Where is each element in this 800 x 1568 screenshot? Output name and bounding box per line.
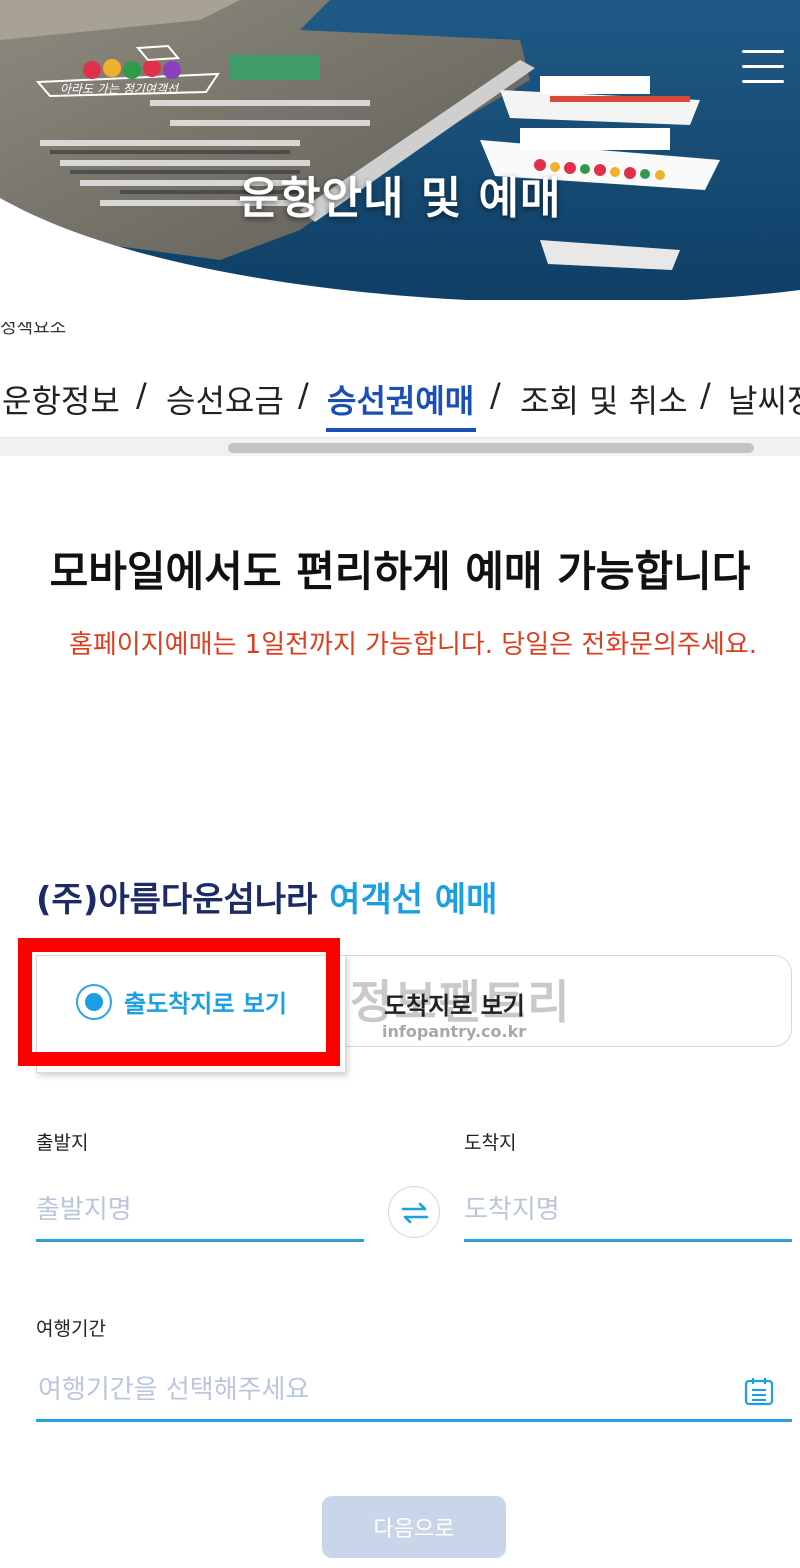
company-heading: (주)아름다운섬나라 여객선 예매 (36, 872, 497, 921)
tab-separator: / (298, 376, 309, 414)
watermark-url: infopantry.co.kr (382, 1022, 527, 1041)
booking-notice: 홈페이지예매는 1일전까지 가능합니다. 당일은 전화문의주세요. (68, 630, 758, 660)
swap-button[interactable] (388, 1186, 440, 1238)
tab-booking[interactable]: 승선권예매 (327, 376, 474, 422)
tab-schedule[interactable]: 운항정보 (2, 376, 120, 422)
toggle-option-arrival[interactable]: 도착지로 보기 (384, 986, 525, 1021)
active-tab-indicator (326, 428, 476, 432)
arrival-label: 도착지 (464, 1132, 517, 1154)
broken-image-alt: 정책요소 (0, 322, 67, 338)
menu-button[interactable] (738, 46, 788, 86)
page-title: 운항안내 및 예매 (238, 173, 562, 224)
swap-icon (401, 1202, 429, 1224)
period-label: 여행기간 (36, 1318, 106, 1340)
tab-inquiry-cancel[interactable]: 조회 및 취소 (520, 376, 688, 422)
arrival-input[interactable] (464, 1180, 792, 1242)
company-accent: 여객선 예매 (329, 880, 498, 920)
headline: 모바일에서도 편리하게 예매 가능합니다 (49, 547, 751, 596)
tab-fare[interactable]: 승선요금 (166, 376, 284, 422)
calendar-icon[interactable] (744, 1376, 774, 1406)
company-name: (주)아름다운섬나라 (36, 880, 318, 920)
tab-separator: / (136, 376, 147, 414)
tab-scrollbar[interactable] (228, 443, 754, 453)
menu-icon (742, 50, 784, 53)
tab-weather[interactable]: 날씨정보 (728, 376, 800, 422)
travel-period-input[interactable] (36, 1360, 792, 1422)
departure-input[interactable] (36, 1180, 364, 1242)
logo-caption: 아라도 가는 정기여객선 (60, 82, 179, 96)
radio-selected[interactable] (76, 984, 112, 1020)
section-tabs: 운항정보 / 승선요금 / 승선권예매 / 조회 및 취소 / 날씨정보 (0, 370, 800, 436)
tab-separator: / (490, 376, 501, 414)
toggle-label-departure-arrival[interactable]: 출도착지로 보기 (124, 984, 287, 1019)
hero-banner: 아라도 가는 정기여객선 운항안내 및 예매 (0, 0, 800, 300)
brand-logo (35, 44, 220, 98)
divider (0, 437, 800, 438)
next-button[interactable]: 다음으로 (322, 1496, 506, 1558)
departure-label: 출발지 (36, 1132, 89, 1154)
tab-separator: / (700, 376, 711, 414)
